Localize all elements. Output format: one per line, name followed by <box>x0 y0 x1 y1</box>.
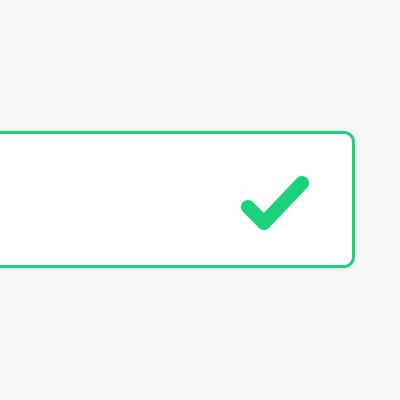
checkmark-stroke <box>241 176 309 230</box>
checkmark-icon <box>241 176 309 230</box>
page-background <box>0 0 400 400</box>
